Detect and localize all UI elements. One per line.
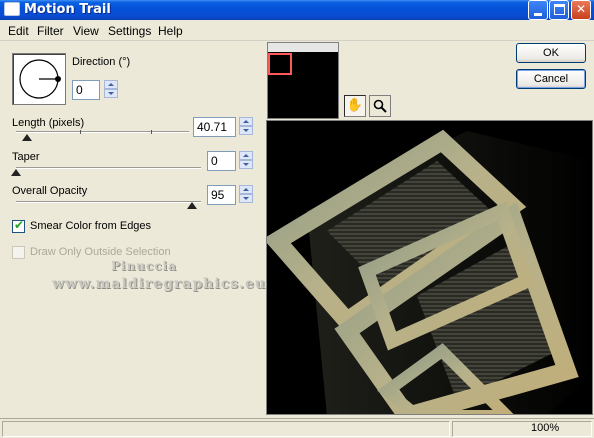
pan-tool-button[interactable]: ✋	[344, 95, 366, 117]
taper-spinner[interactable]	[239, 151, 253, 169]
smear-checkbox[interactable]: ✔	[12, 218, 25, 233]
direction-spinner[interactable]	[104, 80, 118, 98]
direction-label: Direction (°)	[72, 56, 131, 68]
watermark-name: Pinuccia	[111, 259, 177, 273]
opacity-input[interactable]: 95	[207, 185, 236, 205]
opacity-spinner[interactable]	[239, 185, 253, 203]
menu-help[interactable]: Help	[158, 24, 183, 38]
taper-input[interactable]: 0	[207, 151, 236, 171]
length-slider-tick	[151, 130, 152, 134]
maximize-icon	[554, 4, 565, 15]
preview-image[interactable]	[266, 120, 593, 415]
length-slider-tick	[80, 130, 81, 134]
opacity-slider-thumb[interactable]	[187, 202, 197, 209]
minimize-button[interactable]	[528, 0, 548, 20]
maximize-button[interactable]	[549, 0, 569, 20]
status-bar: 100%	[0, 418, 594, 438]
app-icon	[4, 2, 20, 16]
zoom-tool-button[interactable]	[369, 95, 391, 117]
navigator-viewport[interactable]	[268, 53, 292, 75]
taper-slider-track[interactable]	[16, 167, 201, 169]
minimize-icon	[534, 13, 542, 16]
spin-down-icon[interactable]	[104, 89, 118, 98]
spin-down-icon[interactable]	[239, 194, 253, 203]
length-spinner[interactable]	[239, 117, 253, 135]
spin-up-icon[interactable]	[104, 80, 118, 89]
draw-only-checkbox[interactable]	[12, 246, 25, 259]
direction-dial-graphic	[19, 59, 61, 99]
status-cell-zoom	[452, 421, 592, 437]
length-slider-track[interactable]	[16, 131, 189, 133]
taper-label: Taper	[12, 151, 40, 163]
navigator-strip	[268, 43, 338, 52]
spin-down-icon[interactable]	[239, 126, 253, 135]
opacity-label: Overall Opacity	[12, 185, 88, 197]
direction-input[interactable]: 0	[72, 80, 100, 100]
check-icon: ✔	[14, 218, 25, 232]
ok-button[interactable]: OK	[516, 43, 586, 63]
opacity-slider-track[interactable]	[16, 201, 201, 203]
length-input[interactable]: 40.71	[193, 117, 236, 137]
status-cell-main	[2, 421, 450, 437]
watermark-url: www.maldiregraphics.eu	[52, 276, 267, 292]
spin-down-icon[interactable]	[239, 160, 253, 169]
spin-up-icon[interactable]	[239, 185, 253, 194]
cancel-button[interactable]: Cancel	[516, 69, 586, 89]
spin-up-icon[interactable]	[239, 117, 253, 126]
menu-filter[interactable]: Filter	[37, 24, 64, 38]
length-slider-thumb[interactable]	[22, 134, 32, 141]
menu-view[interactable]: View	[73, 24, 99, 38]
menu-bar: Edit Filter View Settings Help	[0, 21, 594, 41]
window-title: Motion Trail	[24, 2, 111, 17]
title-bar[interactable]: Motion Trail ✕	[0, 0, 594, 20]
menu-settings[interactable]: Settings	[108, 24, 151, 38]
draw-only-label: Draw Only Outside Selection	[30, 246, 171, 258]
spin-up-icon[interactable]	[239, 151, 253, 160]
menu-edit[interactable]: Edit	[8, 24, 29, 38]
navigator-thumbnail[interactable]	[267, 42, 339, 119]
smear-label[interactable]: Smear Color from Edges	[30, 220, 151, 232]
direction-dial[interactable]	[12, 53, 66, 105]
magnifier-icon	[373, 99, 387, 113]
taper-slider-thumb[interactable]	[11, 169, 21, 176]
zoom-level: 100%	[531, 422, 560, 434]
close-button[interactable]: ✕	[571, 0, 591, 20]
preview-artwork	[267, 121, 592, 414]
length-label: Length (pixels)	[12, 117, 85, 129]
pan-hand-icon: ✋	[346, 98, 364, 113]
close-icon: ✕	[575, 2, 587, 16]
